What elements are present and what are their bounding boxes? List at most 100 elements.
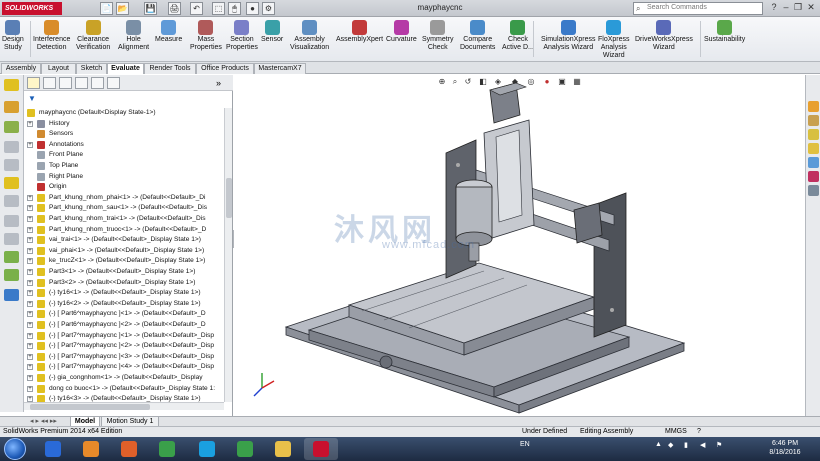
tab-mastercamx7[interactable]: MastercamX7 [254, 63, 306, 74]
cmd-section-button[interactable]: Section Properties [226, 20, 258, 52]
new-document-icon[interactable]: 📄 [100, 2, 113, 15]
filter-icon[interactable]: ▼ [28, 94, 36, 103]
config-icon[interactable] [4, 141, 19, 153]
view-palette-icon[interactable] [808, 143, 819, 154]
cnc-machine-model[interactable] [234, 75, 805, 416]
help-icon[interactable]: ? [768, 2, 780, 14]
cmd-clearance-button[interactable]: Clearance Verification [76, 20, 110, 52]
cam-icon[interactable] [4, 195, 19, 207]
cmd-driveworksxpress-button[interactable]: DriveWorksXpress Wizard [635, 20, 693, 52]
tab-layout[interactable]: Layout [41, 63, 76, 74]
graphics-area[interactable]: ⊕ ⌕ ↺ ◧ ◈ ◆ ◎ ● ▣ ▦ 沐风网 www.mfcad.com [234, 75, 805, 416]
cmd-simulationxpress-button[interactable]: SimulationXpress Analysis Wizard [541, 20, 595, 52]
tab-sketch[interactable]: Sketch [76, 63, 107, 74]
restore-button[interactable]: ❐ [792, 2, 804, 14]
cmd-curvature-button[interactable]: Curvature [386, 20, 417, 44]
pointer-icon[interactable]: 🖱 [228, 2, 241, 15]
taskbar-app-chrome-2[interactable] [228, 438, 262, 460]
cmd-assemblyxpert-button[interactable]: AssemblyXpert [336, 20, 383, 44]
expand-toggle-icon[interactable]: + [27, 290, 33, 297]
forum-icon[interactable] [808, 185, 819, 196]
taskbar-app-media-player[interactable] [74, 438, 108, 460]
select-icon[interactable]: ⬚ [212, 2, 225, 15]
expand-toggle-icon[interactable]: + [27, 216, 33, 222]
cmd-compare-button[interactable]: Compare Documents [460, 20, 495, 52]
volume-icon[interactable]: ◀ [700, 441, 705, 449]
print-icon[interactable]: 🖨 [168, 2, 181, 15]
expand-toggle-icon[interactable]: + [27, 247, 33, 254]
mate-icon[interactable] [4, 251, 19, 263]
taskbar-app-explorer-ie[interactable] [36, 438, 70, 460]
expand-toggle-icon[interactable]: + [27, 141, 33, 148]
save-icon[interactable]: 💾 [144, 2, 157, 15]
rebuild-icon[interactable]: ● [246, 2, 259, 15]
taskbar-app-solidworks[interactable] [304, 438, 338, 460]
cmd-interference-button[interactable]: Interference Detection [33, 20, 70, 52]
search-commands-field[interactable]: ⌕ Search Commands [633, 2, 763, 15]
cmd-mass-button[interactable]: Mass Properties [190, 20, 222, 52]
appearances-icon[interactable] [808, 157, 819, 168]
scrollbar-thumb[interactable] [30, 404, 150, 410]
expand-toggle-icon[interactable]: + [27, 343, 33, 350]
network-icon[interactable]: ▮ [684, 441, 688, 449]
cam-tab-icon[interactable] [107, 77, 120, 89]
design-library-icon[interactable] [808, 115, 819, 126]
design-tree-icon[interactable] [4, 79, 19, 91]
solidworks-logo[interactable]: SOLIDWORKS [2, 2, 62, 15]
action-center-icon[interactable]: ⚑ [716, 441, 722, 449]
tab-render-tools[interactable]: Render Tools [144, 63, 196, 74]
expand-toggle-icon[interactable]: + [27, 364, 33, 371]
taskbar-app-skype[interactable] [190, 438, 224, 460]
cmd-hole-button[interactable]: Hole Alignment [118, 20, 149, 52]
cmd-design-button[interactable]: Design Study [2, 20, 24, 52]
taskbar-app-chrome[interactable] [150, 438, 184, 460]
expand-toggle-icon[interactable]: + [27, 300, 33, 307]
smart-fastener-icon[interactable] [4, 269, 19, 281]
solidworks-resources-icon[interactable] [808, 101, 819, 112]
cmd-symmetry-button[interactable]: Symmetry Check [422, 20, 454, 52]
undo-icon[interactable]: ↶ [190, 2, 203, 15]
tree-vertical-scrollbar[interactable] [224, 108, 232, 402]
expand-toggle-icon[interactable]: + [27, 237, 33, 244]
help-icon[interactable]: ? [697, 427, 701, 437]
property-icon[interactable] [4, 121, 19, 133]
language-indicator[interactable]: EN [520, 441, 530, 448]
cmd-sustainability-button[interactable]: Sustainability [704, 20, 745, 44]
close-button[interactable]: ✕ [805, 2, 817, 14]
expand-toggle-icon[interactable]: + [27, 332, 33, 339]
expand-toggle-icon[interactable]: + [27, 194, 33, 201]
options-gear-icon[interactable]: ⚙ [262, 2, 275, 15]
reference-icon[interactable] [4, 289, 19, 301]
cmd-assembly-button[interactable]: Assembly Visualization [290, 20, 329, 52]
tab-evaluate[interactable]: Evaluate [107, 63, 144, 74]
dim-icon[interactable] [4, 159, 19, 171]
tab-office-products[interactable]: Office Products [196, 63, 254, 74]
custom-properties-icon[interactable] [808, 171, 819, 182]
expand-panel-icon[interactable]: » [216, 77, 229, 89]
relation-icon[interactable] [4, 233, 19, 245]
cmd-sensor-button[interactable]: Sensor [261, 20, 283, 44]
display-tab-icon[interactable] [91, 77, 104, 89]
units-selector[interactable]: MMGS [665, 427, 687, 437]
expand-toggle-icon[interactable]: + [27, 311, 33, 318]
tab-nav-arrows[interactable]: ◂ ▸ ◂◂ ▸▸ [30, 417, 57, 425]
start-button[interactable] [4, 438, 26, 460]
cmd-floxpress-button[interactable]: FloXpress Analysis Wizard [598, 20, 630, 60]
expand-toggle-icon[interactable]: + [27, 375, 33, 381]
taskbar-app-firefox[interactable] [112, 438, 146, 460]
tab-assembly[interactable]: Assembly [1, 63, 41, 74]
expand-toggle-icon[interactable]: + [27, 322, 33, 328]
tray-arrow-icon[interactable]: ▲ [655, 441, 662, 448]
expand-toggle-icon[interactable]: + [27, 120, 33, 127]
property-manager-tab-icon[interactable] [43, 77, 56, 89]
taskbar-app-file-explorer[interactable] [266, 438, 300, 460]
expand-toggle-icon[interactable]: + [27, 226, 33, 233]
tree-horizontal-scrollbar[interactable] [24, 402, 224, 410]
expand-toggle-icon[interactable]: + [27, 279, 33, 286]
cmd-check-button[interactable]: Check Active D... [502, 20, 534, 52]
expand-toggle-icon[interactable]: + [27, 205, 33, 212]
expand-toggle-icon[interactable]: + [27, 269, 33, 275]
dimxpert-tab-icon[interactable] [75, 77, 88, 89]
component-icon[interactable] [4, 101, 19, 113]
scrollbar-thumb[interactable] [226, 178, 232, 218]
